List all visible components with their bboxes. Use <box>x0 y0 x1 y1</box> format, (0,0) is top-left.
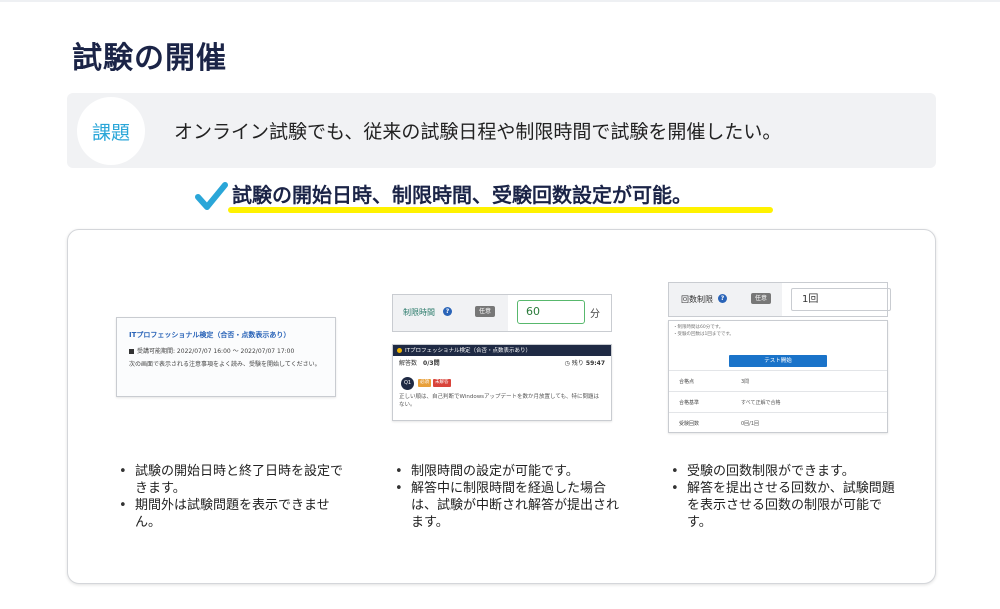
clock-icon: ◷ <box>564 360 570 367</box>
square-bullet-icon <box>129 349 134 354</box>
question-text: 正しい順は、自己判断でWindowsアップデートを数か月放置しても、特に問題はな… <box>399 394 599 409</box>
exam-in-progress-screenshot: ITプロフェッショナル検定（合否・点数表示あり） 解答数 0/3問 ◷ 残り 5… <box>392 344 612 421</box>
list-item: 期間外は試験問題を表示できません。 <box>115 497 345 531</box>
table-row: 合格点 3問 <box>669 370 887 391</box>
exam-header-bar: ITプロフェッショナル検定（合否・点数表示あり） <box>393 345 611 356</box>
list-item: 解答中に制限時間を経過した場合は、試験が中断され解答が提出されます。 <box>391 480 621 531</box>
list-item: 受験の回数制限ができます。 <box>667 463 897 480</box>
time-limit-setting: 制限時間 ? 任意 60 分 <box>392 294 612 332</box>
list-item: 試験の開始日時と終了日時を設定できます。 <box>115 463 345 497</box>
start-test-button[interactable]: テスト開始 <box>729 355 827 367</box>
exam-title: ITプロフェッショナル検定（合否・点数表示あり） <box>129 331 291 339</box>
exam-header-title: ITプロフェッショナル検定（合否・点数表示あり） <box>405 348 531 354</box>
setting-label-area: 制限時間 ? 任意 <box>393 295 508 331</box>
panel1-bullets: 試験の開始日時と終了日時を設定できます。 期間外は試験問題を表示できません。 <box>115 463 345 531</box>
issue-text: オンライン試験でも、従来の試験日程や制限時間で試験を開催したい。 <box>174 121 782 143</box>
table-row: 合格基準 すべて正解で合格 <box>669 391 887 412</box>
panel2-bullets: 制限時間の設定が可能です。 解答中に制限時間を経過した場合は、試験が中断され解答… <box>391 463 621 531</box>
exam-detail-screenshot: ・制限時間は60分です。 ・受験の回数は1回までです。 テスト開始 合格点 3問 合… <box>668 320 888 433</box>
status-dot-icon <box>397 348 402 353</box>
help-icon: ? <box>718 294 727 303</box>
exam-period-screenshot: ITプロフェッショナル検定（合否・点数表示あり） 受講可能期間: 2022/07… <box>116 317 336 397</box>
issue-box: 課題 オンライン試験でも、従来の試験日程や制限時間で試験を開催したい。 <box>67 93 936 168</box>
question-number: Q1 <box>401 377 414 390</box>
exam-note: 次の画面で表示される注意事項をよく読み、受験を開始してください。 <box>129 361 321 368</box>
exam-period: 受講可能期間: 2022/07/07 16:00 ～ 2022/07/07 17… <box>129 346 294 355</box>
time-limit-input[interactable]: 60 <box>517 300 585 324</box>
time-limit-label: 制限時間 <box>403 308 435 317</box>
setting-label-area: 回数制限 ? 任意 <box>669 283 782 316</box>
unanswered-chip: 未解答 <box>433 379 451 387</box>
page-title: 試験の開催 <box>72 41 227 76</box>
checkmark-icon <box>195 182 228 210</box>
table-row: 受験回数 0回/1回 <box>669 412 887 433</box>
timer: ◷ 残り 59:47 <box>564 360 605 367</box>
attempt-limit-input[interactable]: 1回 <box>791 288 891 311</box>
optional-badge: 任意 <box>751 293 772 304</box>
time-unit: 分 <box>590 309 600 320</box>
exam-notes: ・制限時間は60分です。 ・受験の回数は1回までです。 <box>673 325 734 337</box>
list-item: 制限時間の設定が可能です。 <box>391 463 621 480</box>
panel3-bullets: 受験の回数制限ができます。 解答を提出させる回数か、試験問題を表示させる回数の制… <box>667 463 897 531</box>
headline-text: 試験の開始日時、制限時間、受験回数設定が可能。 <box>232 183 692 207</box>
issue-badge: 課題 <box>77 97 145 165</box>
optional-badge: 任意 <box>475 306 496 317</box>
attempt-limit-setting: 回数制限 ? 任意 1回 <box>668 282 891 317</box>
required-chip: 必須 <box>418 379 431 387</box>
help-icon: ? <box>443 307 452 316</box>
attempt-limit-label: 回数制限 <box>681 295 713 304</box>
top-divider <box>0 0 1000 2</box>
list-item: 解答を提出させる回数か、試験問題を表示させる回数の制限が可能です。 <box>667 480 897 531</box>
answer-progress: 解答数 0/3問 <box>399 360 440 367</box>
